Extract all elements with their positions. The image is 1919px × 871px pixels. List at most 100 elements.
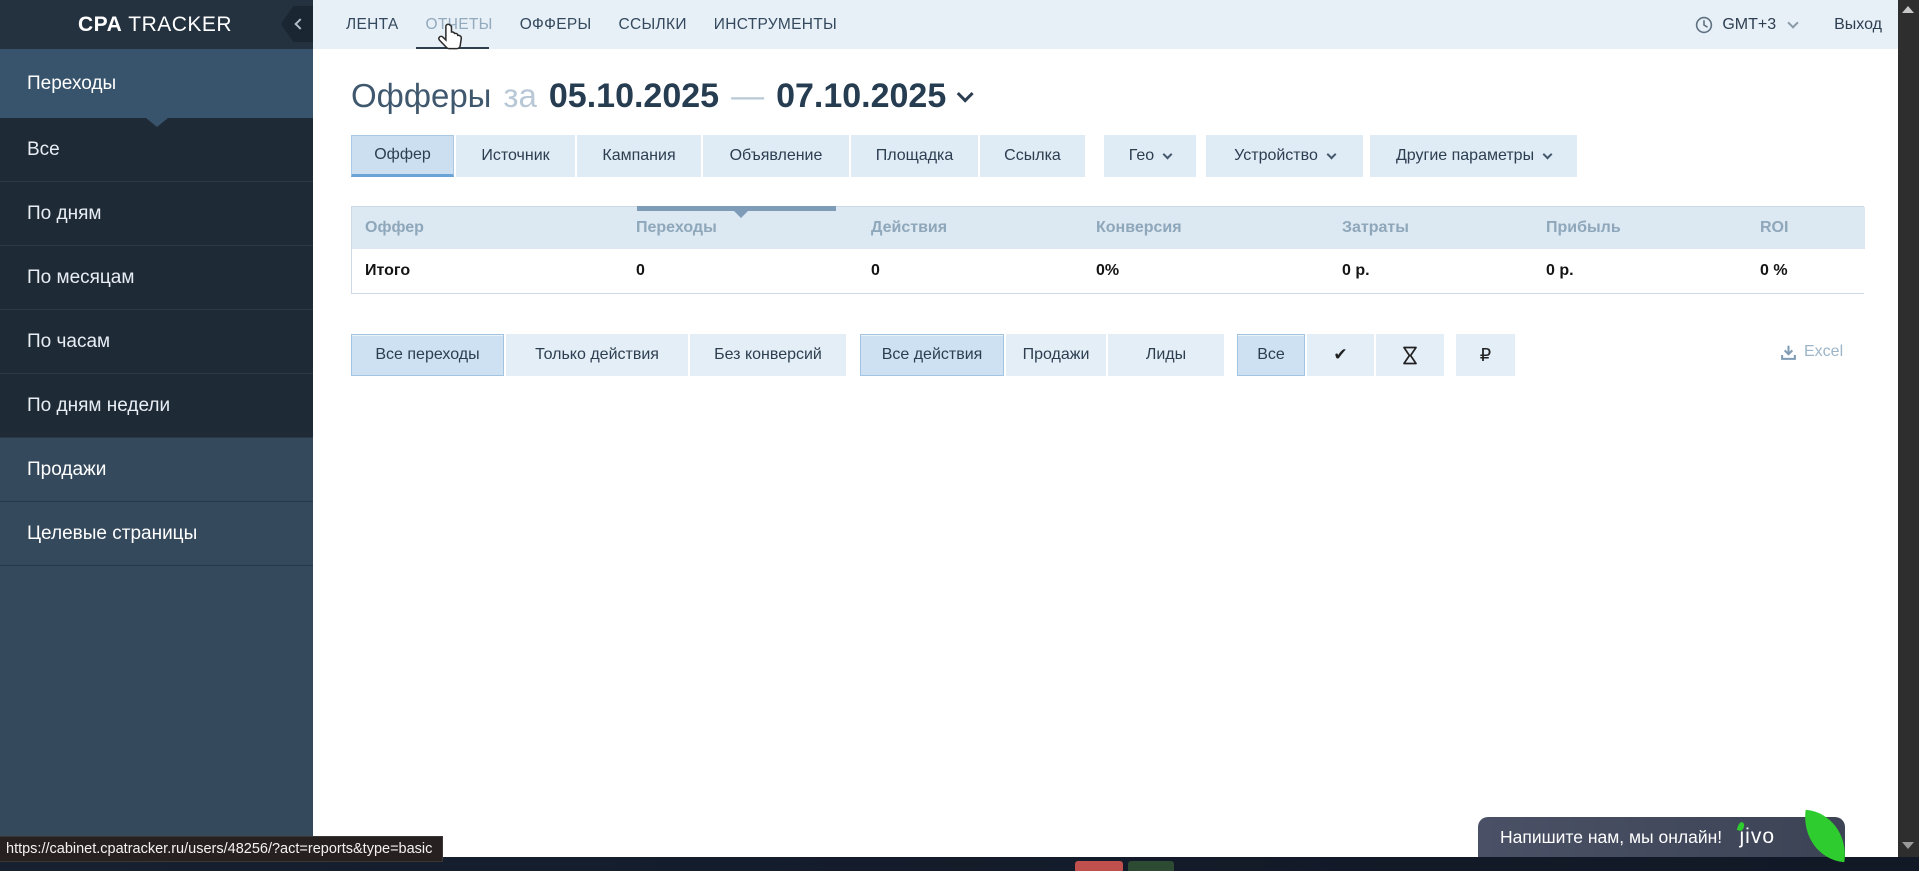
date-to[interactable]: 07.10.2025 — [776, 77, 946, 116]
selected-notch — [146, 118, 168, 127]
filter-leads[interactable]: Лиды — [1108, 334, 1224, 376]
filter-status-approved[interactable]: ✔ — [1307, 334, 1374, 376]
total-transitions: 0 — [623, 248, 858, 293]
jivo-logo-text: jivo — [1739, 825, 1775, 848]
browser-scrollbar[interactable] — [1898, 0, 1919, 857]
table-header-row: Оффер Переходы Действия Конверсия Затрат… — [352, 207, 1863, 248]
geo-dropdown[interactable]: Гео — [1104, 135, 1196, 177]
scroll-down-arrow-icon[interactable] — [1902, 842, 1914, 849]
app-logo-bold: CPA — [78, 13, 122, 36]
main-content: Офферы за 05.10.2025 — 07.10.2025 Оффер … — [313, 49, 1898, 857]
filters-row: Все переходы Только действия Без конверс… — [351, 334, 1517, 376]
column-header-costs[interactable]: Затраты — [1329, 207, 1533, 248]
scroll-up-arrow-icon[interactable] — [1902, 6, 1914, 13]
filter-currency-ruble[interactable]: ₽ — [1456, 334, 1515, 376]
column-header-roi[interactable]: ROI — [1747, 207, 1865, 248]
taskbar-icon-green[interactable] — [1128, 861, 1174, 871]
tab-offer[interactable]: Оффер — [351, 135, 454, 177]
sidebar-subitem-by-days[interactable]: По дням — [0, 182, 313, 246]
filter-no-conversions[interactable]: Без конверсий — [690, 334, 846, 376]
report-title-row: Офферы за 05.10.2025 — 07.10.2025 — [351, 77, 974, 116]
page-title: Офферы — [351, 77, 491, 115]
logout-link[interactable]: Выход — [1834, 16, 1882, 34]
device-dropdown-label: Устройство — [1234, 147, 1318, 165]
filter-status-all[interactable]: Все — [1237, 334, 1305, 376]
total-costs: 0 р. — [1329, 248, 1533, 293]
date-from[interactable]: 05.10.2025 — [549, 77, 719, 116]
sidebar-item-label: Продажи — [27, 459, 106, 481]
column-header-offer[interactable]: Оффер — [352, 207, 623, 248]
topbar-right: GMT+3 Выход — [1695, 16, 1898, 34]
tab-campaign[interactable]: Кампания — [577, 135, 701, 177]
sidebar-item-label: Целевые страницы — [27, 523, 197, 545]
sidebar: CPA TRACKER Переходы Все По дням По меся… — [0, 0, 313, 871]
mouse-cursor-pointer — [437, 22, 465, 58]
sidebar-subitem-by-months[interactable]: По месяцам — [0, 246, 313, 310]
timezone-selector[interactable]: GMT+3 — [1722, 16, 1776, 34]
filter-sales[interactable]: Продажи — [1006, 334, 1106, 376]
device-dropdown[interactable]: Устройство — [1206, 135, 1363, 177]
app-logo-rest: TRACKER — [122, 13, 232, 36]
title-preposition: за — [503, 77, 536, 115]
sidebar-subitem-by-weekdays[interactable]: По дням недели — [0, 374, 313, 438]
column-header-actions[interactable]: Действия — [858, 207, 1083, 248]
date-dash: — — [731, 77, 764, 115]
chevron-down-icon — [1326, 149, 1336, 159]
subitem-label: По дням недели — [27, 395, 170, 417]
tab-ad[interactable]: Объявление — [703, 135, 849, 177]
total-profit: 0 р. — [1533, 248, 1747, 293]
tab-link[interactable]: Ссылка — [980, 135, 1085, 177]
hourglass-icon — [1402, 346, 1418, 365]
total-label: Итого — [352, 248, 623, 293]
jivo-logo: jivo — [1739, 825, 1775, 849]
filter-all-transitions[interactable]: Все переходы — [351, 334, 504, 376]
subitem-label: Все — [27, 139, 60, 161]
app-logo: CPA TRACKER — [78, 13, 232, 37]
total-actions: 0 — [858, 248, 1083, 293]
nav-item-links[interactable]: ССЫЛКИ — [619, 16, 687, 34]
chevron-down-icon — [1163, 149, 1173, 159]
column-header-profit[interactable]: Прибыль — [1533, 207, 1747, 248]
sidebar-header: CPA TRACKER — [0, 0, 313, 49]
filter-all-actions[interactable]: Все действия — [860, 334, 1004, 376]
sidebar-item-label: Переходы — [27, 73, 116, 95]
browser-status-tooltip: https://cabinet.cpatracker.ru/users/4825… — [0, 836, 443, 862]
date-range-caret-icon[interactable] — [957, 85, 974, 102]
check-icon: ✔ — [1333, 345, 1347, 365]
chevron-down-icon[interactable] — [1787, 17, 1798, 28]
other-params-dropdown-label: Другие параметры — [1396, 147, 1534, 165]
chevron-down-icon — [1543, 149, 1553, 159]
sidebar-item-transitions[interactable]: Переходы — [0, 49, 313, 118]
top-navigation-bar: ЛЕНТА ОТЧЕТЫ ОФФЕРЫ ССЫЛКИ ИНСТРУМЕНТЫ G… — [313, 0, 1898, 49]
subitem-label: По дням — [27, 203, 101, 225]
chat-message: Напишите нам, мы онлайн! — [1478, 827, 1722, 848]
table-row-total: Итого 0 0 0% 0 р. 0 р. 0 % — [352, 248, 1863, 293]
chevron-left-icon — [294, 18, 305, 29]
sidebar-item-landing-pages[interactable]: Целевые страницы — [0, 502, 313, 566]
nav-item-offers[interactable]: ОФФЕРЫ — [520, 16, 592, 34]
export-excel-label: Excel — [1804, 343, 1843, 361]
sidebar-item-sales[interactable]: Продажи — [0, 438, 313, 502]
chat-widget[interactable]: Напишите нам, мы онлайн! jivo — [1478, 817, 1845, 857]
sidebar-submenu: Все По дням По месяцам По часам По дням … — [0, 118, 313, 438]
column-header-conversion[interactable]: Конверсия — [1083, 207, 1329, 248]
taskbar-icon-red[interactable] — [1075, 861, 1123, 871]
tab-platform[interactable]: Площадка — [851, 135, 978, 177]
sidebar-subitem-by-hours[interactable]: По часам — [0, 310, 313, 374]
sidebar-collapse-button[interactable] — [281, 6, 313, 42]
total-conversion: 0% — [1083, 248, 1329, 293]
subitem-label: По месяцам — [27, 267, 134, 289]
column-header-transitions[interactable]: Переходы — [623, 207, 858, 248]
filter-status-pending[interactable] — [1376, 334, 1444, 376]
clock-icon — [1695, 16, 1713, 34]
sidebar-subitem-all[interactable]: Все — [0, 118, 313, 182]
nav-item-feed[interactable]: ЛЕНТА — [346, 16, 399, 34]
status-url: https://cabinet.cpatracker.ru/users/4825… — [6, 841, 432, 857]
other-params-dropdown[interactable]: Другие параметры — [1370, 135, 1577, 177]
filter-only-actions[interactable]: Только действия — [506, 334, 688, 376]
nav-item-tools[interactable]: ИНСТРУМЕНТЫ — [714, 16, 837, 34]
tab-source[interactable]: Источник — [456, 135, 575, 177]
total-roi: 0 % — [1747, 248, 1865, 293]
ruble-icon: ₽ — [1480, 345, 1491, 366]
export-excel-button[interactable]: Excel — [1780, 343, 1843, 361]
